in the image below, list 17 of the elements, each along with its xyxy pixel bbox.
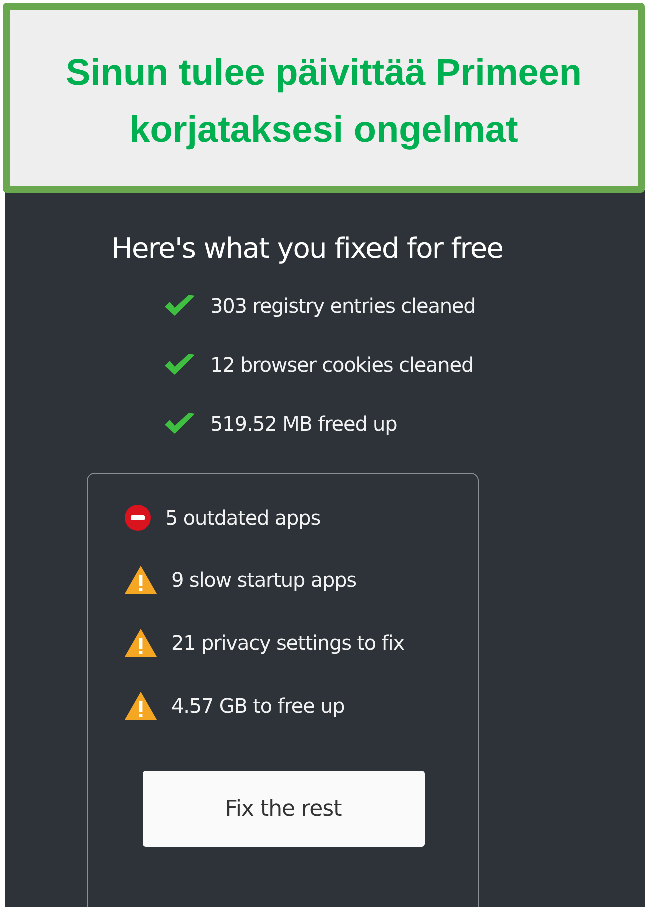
issue-label: 4.57 GB to free up [172,694,345,718]
issue-label: 5 outdated apps [166,506,321,530]
checkmark-icon [162,293,196,319]
checkmark-icon [162,411,196,437]
panel-heading: Here's what you fixed for free [112,232,504,265]
banner-title: Sinun tulee päivittää Primeen korjataksesi ongelmat [64,51,584,152]
fix-the-rest-button[interactable]: Fix the rest [142,771,424,847]
checkmark-icon [162,352,196,378]
issue-label: 9 slow startup apps [172,568,356,592]
warning-icon [124,691,158,721]
issue-label: 21 privacy settings to fix [172,631,404,655]
warning-icon [124,628,158,658]
fixed-item-label: 303 registry entries cleaned [210,294,476,318]
error-icon [124,504,152,532]
fixed-item-label: 519.52 MB freed up [210,412,398,436]
warning-icon [124,565,158,595]
fixed-item-label: 12 browser cookies cleaned [210,353,474,377]
